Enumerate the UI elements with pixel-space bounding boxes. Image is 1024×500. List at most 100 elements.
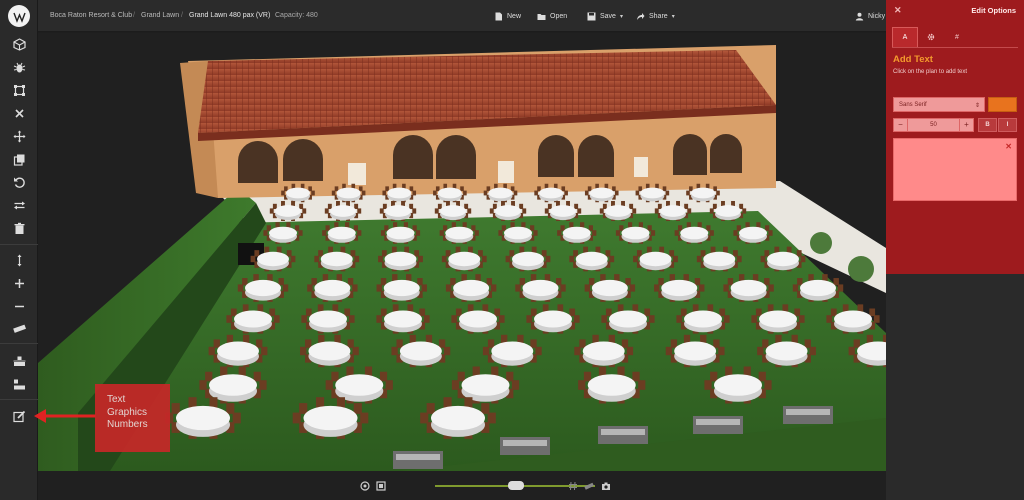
- tabs-divider: [892, 47, 1018, 48]
- logo-icon[interactable]: [8, 5, 30, 27]
- arrow-pointer-icon: [34, 409, 96, 423]
- chair: [619, 225, 624, 231]
- target-icon[interactable]: [360, 481, 370, 491]
- chair: [573, 250, 578, 257]
- plus-icon[interactable]: [9, 273, 29, 293]
- chair: [522, 208, 527, 214]
- tab-numbers[interactable]: #: [944, 27, 970, 47]
- buffet-station-top: [786, 409, 830, 415]
- hash-icon[interactable]: [568, 481, 578, 491]
- panel-header: ✕ Edit Options: [886, 0, 1024, 20]
- chair: [325, 380, 333, 390]
- table-top: [336, 187, 361, 199]
- edit-icon[interactable]: [9, 406, 29, 426]
- close-icon[interactable]: [9, 103, 29, 123]
- chair: [305, 339, 312, 348]
- ruler-icon[interactable]: [9, 318, 29, 338]
- toolbar-divider: [0, 399, 38, 400]
- chair: [464, 203, 469, 210]
- table-top: [539, 187, 564, 199]
- user-name: Nicky: [868, 12, 886, 20]
- chair: [716, 190, 720, 196]
- fit-icon[interactable]: [376, 481, 386, 491]
- table-top: [504, 226, 532, 240]
- move-icon[interactable]: [9, 126, 29, 146]
- table-top: [399, 341, 442, 361]
- close-icon[interactable]: ✕: [894, 5, 902, 16]
- chair: [281, 190, 285, 196]
- breadcrumb-space[interactable]: Grand Lawn: [141, 12, 179, 19]
- table-top: [715, 205, 741, 217]
- breadcrumb-layout[interactable]: Grand Lawn 480 pax (VR): [189, 12, 270, 19]
- chair: [833, 278, 839, 286]
- open-button[interactable]: Open: [537, 9, 567, 23]
- chair: [298, 230, 303, 236]
- clear-text-icon[interactable]: ✕: [1005, 142, 1012, 151]
- chair: [419, 308, 426, 317]
- toolbar-divider: [0, 244, 38, 245]
- copy-icon[interactable]: [9, 149, 29, 169]
- table-top: [739, 226, 767, 240]
- user-menu[interactable]: Nicky: [855, 9, 885, 23]
- table-top: [691, 187, 715, 199]
- crop-icon[interactable]: [9, 80, 29, 100]
- font-size-stepper[interactable]: − 50 +: [893, 118, 974, 132]
- chair: [511, 380, 520, 390]
- align-left-icon[interactable]: [9, 374, 29, 394]
- share-button[interactable]: Share ▾: [636, 9, 675, 23]
- chair: [719, 308, 726, 317]
- chair: [357, 230, 362, 236]
- chair: [421, 284, 427, 292]
- minus-icon[interactable]: [9, 296, 29, 316]
- align-center-icon[interactable]: [9, 351, 29, 371]
- chair: [434, 208, 439, 214]
- height-icon[interactable]: [9, 250, 29, 270]
- chair: [713, 186, 717, 192]
- table-top: [640, 187, 665, 199]
- ruler-icon[interactable]: [584, 481, 594, 491]
- table-top: [176, 405, 230, 431]
- save-button[interactable]: Save ▾: [587, 9, 623, 23]
- buffet-station-top: [696, 419, 740, 425]
- undo-icon[interactable]: [9, 172, 29, 192]
- camera-icon[interactable]: [601, 481, 611, 491]
- zoom-slider-thumb[interactable]: [508, 481, 524, 490]
- swap-icon[interactable]: [9, 195, 29, 215]
- chair: [381, 250, 387, 257]
- chair: [443, 346, 451, 356]
- chair: [205, 371, 213, 382]
- chair: [798, 315, 805, 323]
- font-family-select[interactable]: Sans Serif ⇕: [893, 97, 985, 112]
- italic-button[interactable]: I: [998, 118, 1017, 132]
- chair: [380, 278, 387, 286]
- bold-button[interactable]: B: [978, 118, 997, 132]
- chair: [686, 190, 690, 196]
- chair: [322, 230, 327, 236]
- bug-icon[interactable]: [9, 57, 29, 77]
- text-content-input[interactable]: ✕: [893, 138, 1017, 201]
- tab-text[interactable]: A: [892, 27, 918, 47]
- table-top: [286, 187, 310, 199]
- font-size-value[interactable]: 50: [908, 119, 959, 131]
- table-top: [245, 279, 281, 297]
- table-top: [680, 226, 709, 240]
- chair: [242, 278, 248, 286]
- table-top: [834, 310, 872, 328]
- breadcrumb-venue[interactable]: Boca Raton Resort & Club: [50, 12, 132, 19]
- increase-size-button[interactable]: +: [959, 119, 973, 131]
- chair: [760, 255, 766, 263]
- cube-icon[interactable]: [9, 34, 29, 54]
- chair: [463, 190, 467, 196]
- open-label: Open: [550, 12, 568, 20]
- chair: [171, 403, 180, 414]
- table-top: [330, 205, 356, 217]
- chair: [534, 190, 538, 196]
- decrease-size-button[interactable]: −: [894, 119, 908, 131]
- trash-icon[interactable]: [9, 218, 29, 238]
- chair: [253, 371, 261, 382]
- new-button[interactable]: New: [494, 9, 521, 23]
- text-color-swatch[interactable]: [988, 97, 1017, 112]
- tab-graphics[interactable]: [918, 27, 944, 47]
- chair: [450, 278, 456, 286]
- chair: [282, 284, 289, 292]
